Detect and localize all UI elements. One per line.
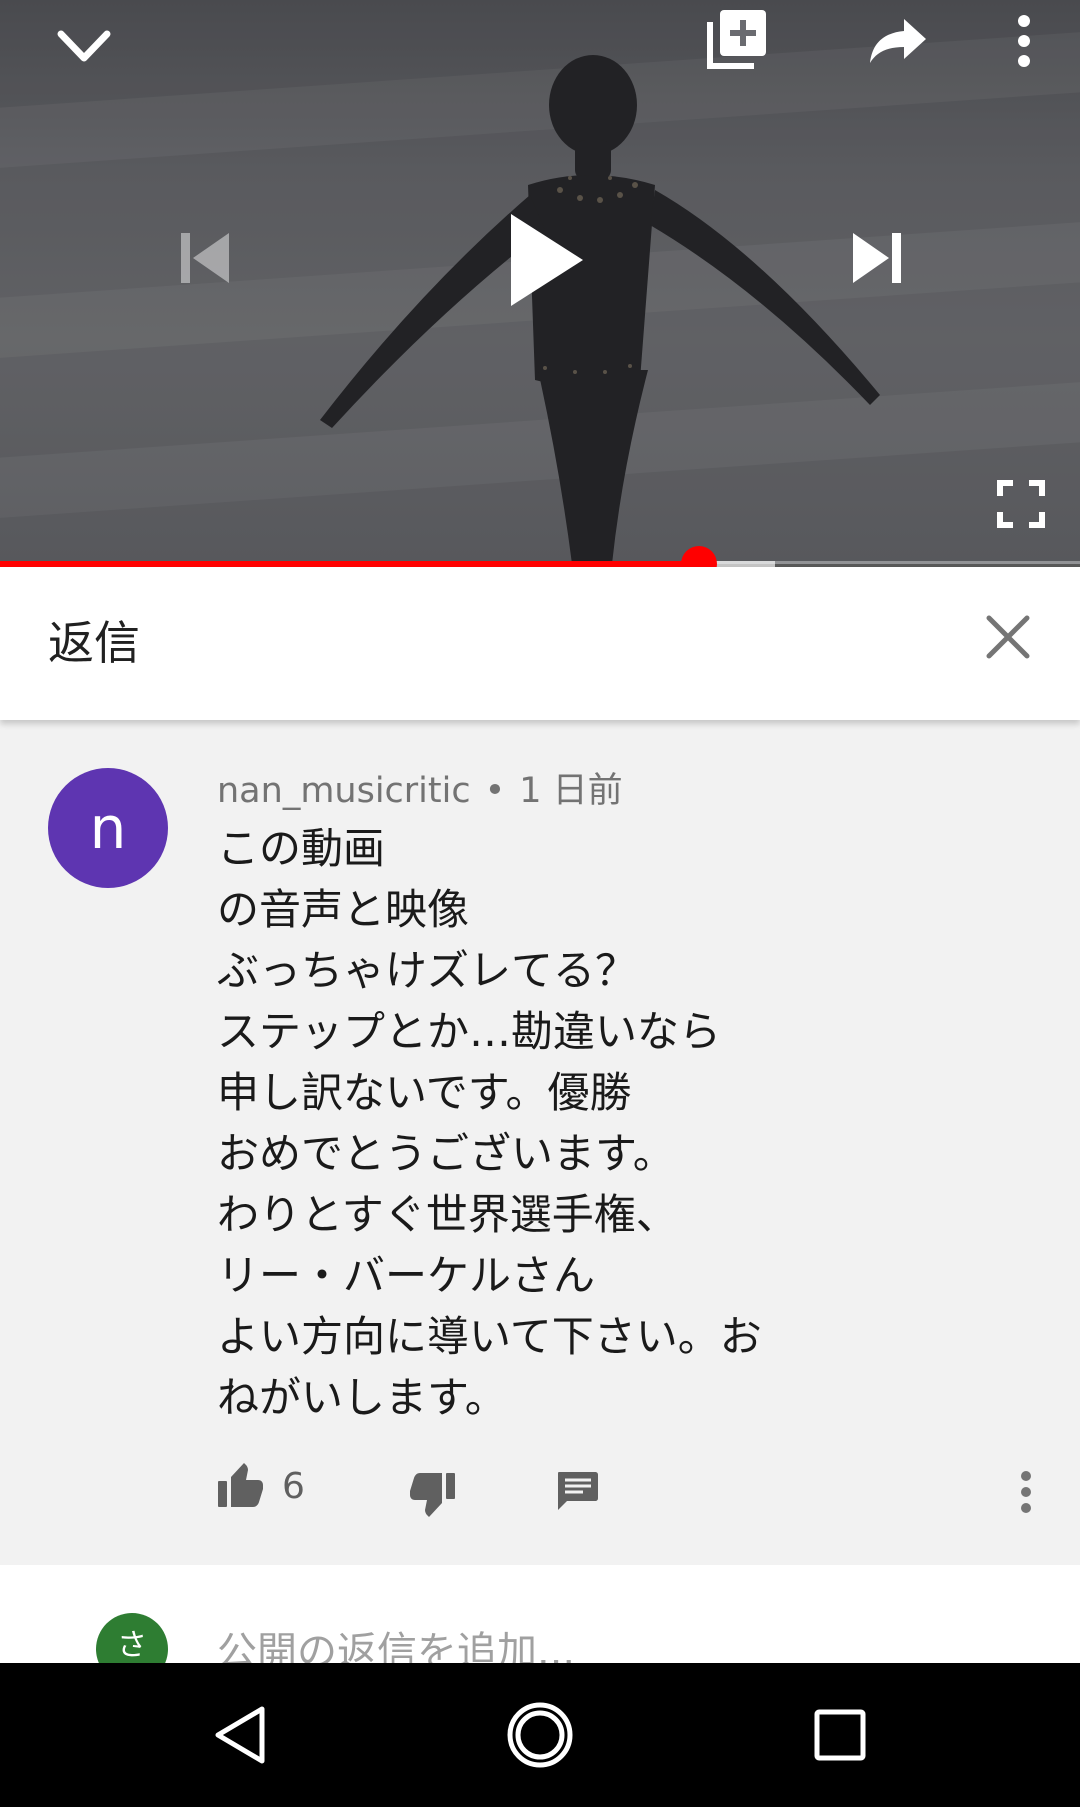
video-player[interactable] bbox=[0, 0, 1080, 564]
replies-title: 返信 bbox=[48, 616, 140, 670]
comment-author[interactable]: nan_musicritic bbox=[217, 771, 471, 811]
comment-meta: nan_musicritic • 1 日前 bbox=[217, 762, 623, 813]
fullscreen-icon[interactable] bbox=[990, 474, 1052, 534]
more-vert-icon[interactable] bbox=[1004, 6, 1044, 76]
comment-line: の音声と映像 bbox=[217, 885, 470, 934]
close-icon[interactable] bbox=[968, 597, 1048, 677]
comment-line: この動画 bbox=[217, 824, 386, 873]
comment-line: おめでとうございます。 bbox=[217, 1129, 675, 1178]
play-icon[interactable] bbox=[495, 210, 595, 310]
comment-body: この動画 の音声と映像 ぶっちゃけズレてる？ ステップとか…勘違いなら 申し訳な… bbox=[217, 818, 1037, 1428]
replies-header: 返信 bbox=[0, 567, 1080, 720]
avatar[interactable]: n bbox=[48, 768, 168, 888]
dislike-icon[interactable] bbox=[408, 1470, 458, 1520]
comment-line: リー・バーケルさん bbox=[217, 1251, 596, 1300]
avatar: さ bbox=[96, 1613, 168, 1663]
reply-input[interactable] bbox=[217, 1622, 917, 1663]
back-icon[interactable] bbox=[200, 1695, 280, 1775]
home-icon[interactable] bbox=[500, 1695, 580, 1775]
like-icon[interactable] bbox=[215, 1460, 265, 1510]
comment-time: 1 日前 bbox=[519, 771, 623, 811]
comment-line: ぶっちゃけズレてる？ bbox=[217, 946, 638, 995]
comment-line: よい方向に導いて下さい。お bbox=[217, 1312, 762, 1361]
comment-line: ねがいします。 bbox=[217, 1373, 507, 1422]
reply-composer: さ bbox=[0, 1565, 1080, 1663]
reply-icon[interactable] bbox=[552, 1466, 602, 1516]
recents-icon[interactable] bbox=[800, 1695, 880, 1775]
comment-line: ステップとか…勘違いなら bbox=[217, 1007, 722, 1056]
comment-thread: n nan_musicritic • 1 日前 この動画 の音声と映像 ぶっちゃけズ… bbox=[0, 720, 1080, 1565]
skip-next-icon[interactable] bbox=[842, 222, 914, 294]
system-nav-bar bbox=[0, 1663, 1080, 1807]
like-count: 6 bbox=[282, 1466, 305, 1507]
share-icon[interactable] bbox=[858, 6, 938, 76]
avatar-letter: さ bbox=[117, 1628, 147, 1663]
chevron-down-icon[interactable] bbox=[44, 10, 124, 82]
playlist-add-icon[interactable] bbox=[700, 0, 776, 76]
comment-line: 申し訳ないです。優勝 bbox=[217, 1068, 632, 1117]
meta-separator: • bbox=[484, 771, 506, 811]
more-vert-icon[interactable] bbox=[1008, 1464, 1044, 1520]
avatar-letter: n bbox=[89, 794, 127, 862]
skip-previous-icon[interactable] bbox=[168, 222, 240, 294]
comment-line: わりとすぐ世界選手権、 bbox=[217, 1190, 678, 1239]
